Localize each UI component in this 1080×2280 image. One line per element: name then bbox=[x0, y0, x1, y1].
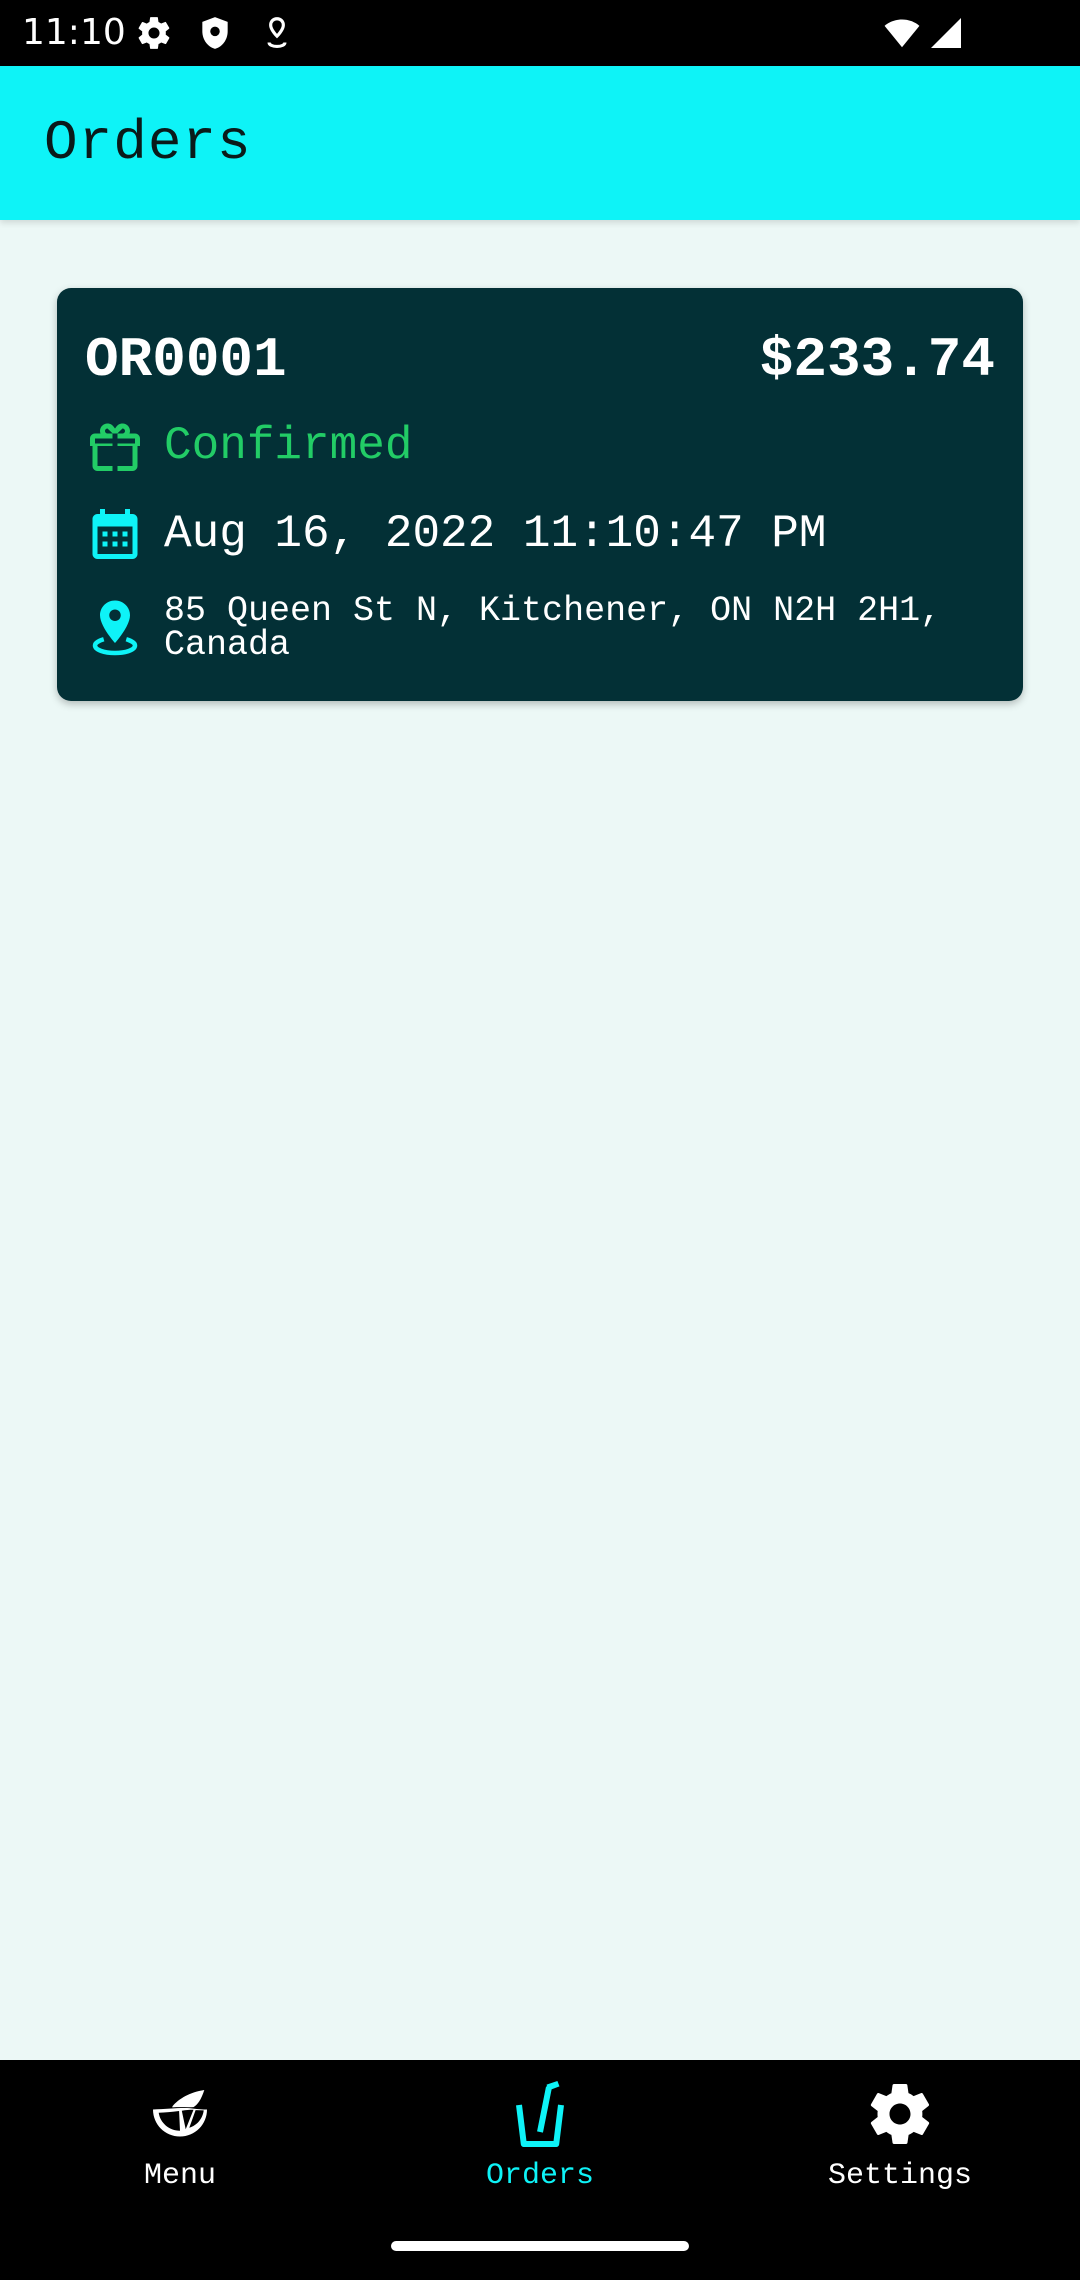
lime-slice-icon bbox=[144, 2078, 216, 2150]
location-pin-icon bbox=[258, 14, 296, 52]
nav-label-orders: Orders bbox=[485, 2159, 595, 2193]
map-pin-icon bbox=[85, 598, 145, 658]
order-date: Aug 16, 2022 11:10:47 PM bbox=[164, 508, 827, 560]
status-time: 11:10 bbox=[22, 12, 126, 53]
drink-cup-icon bbox=[504, 2078, 576, 2150]
nav-item-settings[interactable]: Settings bbox=[750, 2078, 1050, 2218]
home-indicator[interactable] bbox=[391, 2241, 689, 2251]
order-address: 85 Queen St N, Kitchener, ON N2H 2H1, Ca… bbox=[164, 591, 942, 665]
order-total: $233.74 bbox=[759, 328, 995, 392]
wifi-icon bbox=[880, 14, 924, 52]
status-bar: 11:10 bbox=[0, 0, 1080, 66]
order-card[interactable]: OR0001 $233.74 Confirmed Aug 16, 2022 11… bbox=[57, 288, 1023, 701]
status-badge: Confirmed bbox=[164, 420, 413, 472]
gear-icon bbox=[864, 2078, 936, 2150]
nav-item-menu[interactable]: Menu bbox=[30, 2078, 330, 2218]
nav-label-settings: Settings bbox=[827, 2159, 973, 2193]
nav-item-orders[interactable]: Orders bbox=[390, 2078, 690, 2218]
gift-icon bbox=[85, 416, 145, 476]
shield-icon bbox=[196, 14, 234, 52]
page-title: Orders bbox=[44, 111, 252, 175]
calendar-icon bbox=[85, 504, 145, 564]
gear-icon bbox=[135, 14, 173, 52]
nav-label-menu: Menu bbox=[143, 2159, 216, 2193]
order-id: OR0001 bbox=[85, 328, 287, 392]
signal-icon bbox=[928, 14, 964, 52]
app-bar: Orders bbox=[0, 66, 1080, 220]
